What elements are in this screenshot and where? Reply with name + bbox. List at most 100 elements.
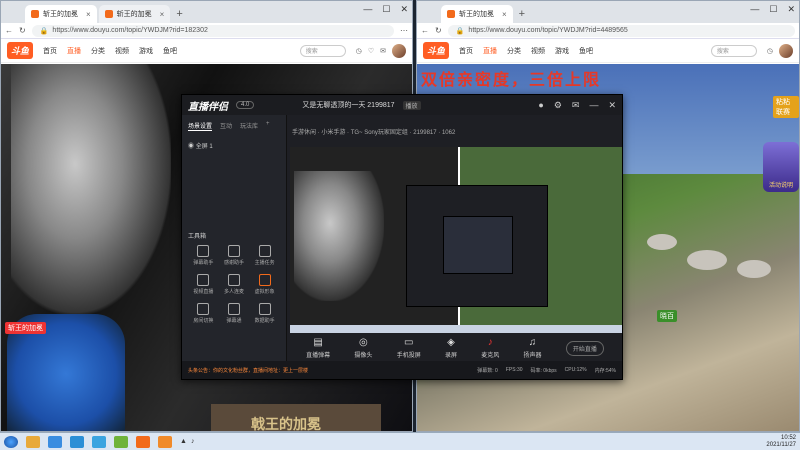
minimize-icon[interactable]: — — [589, 100, 598, 111]
start-button-icon[interactable] — [4, 435, 18, 448]
tools-label: 工具箱 — [188, 234, 207, 240]
more-icon[interactable]: ⋯ — [400, 26, 408, 35]
room-title[interactable]: 又是无聊透顶的一天 2199817 — [302, 100, 394, 110]
action-phone[interactable]: ▭ 手机投屏 — [397, 337, 421, 359]
settings-icon[interactable]: ⚙ — [554, 100, 562, 111]
action-speaker[interactable]: ♫ 扬声器 — [524, 337, 542, 359]
app-controls: ● ⚙ ✉ — ✕ — [538, 100, 616, 111]
tool-thanks[interactable]: 感谢助手 — [219, 245, 250, 266]
clock[interactable]: 10:52 2021/11/27 — [766, 435, 796, 449]
douyu-logo[interactable]: 斗鱼 — [7, 42, 34, 59]
nav-home[interactable]: 首页 — [459, 46, 473, 56]
tool-multi[interactable]: 多人连麦 — [219, 274, 250, 295]
avatar[interactable] — [779, 43, 793, 58]
tab-gameplay[interactable]: 玩法库 — [240, 121, 258, 131]
stat: FPS:30 — [505, 366, 523, 373]
new-tab-button[interactable]: + — [176, 5, 182, 23]
search-input[interactable]: 搜索 — [299, 44, 346, 57]
close-window-icon[interactable]: ✕ — [787, 4, 795, 15]
avatar[interactable] — [392, 43, 406, 58]
nav-live[interactable]: 直播 — [67, 46, 81, 56]
network-icon[interactable]: ▲ — [180, 438, 187, 445]
message-icon[interactable]: ✉ — [380, 47, 386, 55]
streaming-app-icon[interactable] — [158, 435, 172, 448]
nav-yuba[interactable]: 鱼吧 — [163, 46, 177, 56]
nav-category[interactable]: 分类 — [91, 46, 105, 56]
stat: 内存:54% — [594, 367, 616, 374]
tab-scene[interactable]: 场景设置 — [188, 121, 213, 131]
tab-title: 斩王的加冕 — [459, 11, 494, 18]
tool-danmu[interactable]: 弹幕助手 — [188, 245, 219, 266]
category[interactable]: 手游休闲 · 小米手游 · TG~ Sony玩家固定组 · 2199817 · … — [292, 127, 455, 136]
action-danmu[interactable]: ▤ 直播弹幕 — [306, 337, 330, 359]
minimize-icon[interactable]: — — [363, 4, 372, 15]
close-tab-icon[interactable]: × — [160, 10, 165, 19]
back-icon[interactable]: ← — [5, 26, 13, 35]
tab-douyu[interactable]: 斩王的加冕 × — [441, 5, 513, 23]
new-tab-button[interactable]: + — [519, 5, 525, 23]
douyu-logo[interactable]: 斗鱼 — [423, 42, 450, 59]
nav-yuba[interactable]: 鱼吧 — [579, 46, 593, 56]
message-icon[interactable]: ✉ — [572, 100, 580, 111]
action-label: 麦克风 — [481, 353, 500, 359]
action-camera[interactable]: ◎ 摄像头 — [354, 337, 372, 359]
tool-data[interactable]: 数据助手 — [249, 303, 280, 324]
nav-video[interactable]: 视频 — [115, 46, 129, 56]
clock-time: 10:52 — [780, 434, 796, 441]
minimize-icon[interactable]: — — [750, 4, 759, 15]
add-icon[interactable]: + — [266, 121, 270, 131]
volume-icon[interactable]: ♪ — [191, 438, 195, 445]
tool-switch[interactable]: 房间切换 — [188, 303, 219, 324]
back-icon[interactable]: ← — [421, 26, 429, 35]
close-tab-icon[interactable]: × — [502, 10, 507, 19]
room-info: 手游休闲 · 小米手游 · TG~ Sony玩家固定组 · 2199817 · … — [288, 115, 622, 147]
maximize-icon[interactable]: ☐ — [382, 4, 390, 15]
refresh-icon[interactable]: ↻ — [19, 26, 26, 35]
avatar[interactable]: ● — [538, 100, 543, 111]
close-tab-icon[interactable]: × — [86, 10, 91, 19]
media-player-icon[interactable] — [70, 435, 84, 448]
tool-avatar[interactable]: 虚拟形象 — [249, 274, 280, 295]
tab-douyu-1[interactable]: 斩王的加冕 × — [25, 5, 97, 23]
nav-video[interactable]: 视频 — [531, 46, 545, 56]
chrome-icon[interactable] — [26, 435, 40, 448]
action-label: 摄像头 — [354, 353, 373, 359]
explorer-icon[interactable] — [48, 435, 62, 448]
maximize-icon[interactable]: ☐ — [769, 4, 777, 15]
refresh-icon[interactable]: ↻ — [435, 26, 442, 35]
douyu-favicon-icon — [104, 10, 113, 18]
event-ad[interactable]: 活动说明 — [763, 142, 799, 192]
scene-item[interactable]: ◉ 全屏 1 — [182, 137, 286, 154]
action-record[interactable]: ◈ 录屏 — [445, 337, 457, 359]
tool-video[interactable]: 视频直播 — [188, 274, 219, 295]
nav-category[interactable]: 分类 — [507, 46, 521, 56]
nav-home[interactable]: 首页 — [43, 46, 57, 56]
action-mic[interactable]: ♪ 麦克风 — [481, 337, 499, 359]
edge-icon[interactable] — [92, 435, 106, 448]
tool-label: 感谢助手 — [223, 260, 244, 266]
nav-game[interactable]: 游戏 — [555, 46, 569, 56]
search-input[interactable]: 搜索 — [710, 44, 757, 57]
go-live-button[interactable]: 开始直播 — [565, 340, 604, 356]
address-input[interactable]: 🔒 https://www.douyu.com/topic/YWDJM?rid=… — [447, 24, 795, 37]
room-tag[interactable]: 播放 — [402, 100, 421, 110]
nav-game[interactable]: 游戏 — [139, 46, 153, 56]
history-icon[interactable]: ◷ — [767, 47, 773, 55]
address-bar-row: ← ↻ 🔒 https://www.douyu.com/topic/YWDJM?… — [417, 23, 799, 39]
douyu-favicon-icon — [31, 10, 39, 18]
follow-icon[interactable]: ♡ — [368, 47, 374, 55]
tab-douyu-2[interactable]: 斩王的加冕 × — [98, 5, 171, 23]
douyu-app-icon[interactable] — [136, 435, 150, 448]
tool-label: 虚拟形象 — [254, 289, 275, 295]
close-window-icon[interactable]: ✕ — [400, 4, 408, 15]
tab-interact[interactable]: 互动 — [220, 121, 232, 131]
history-icon[interactable]: ◷ — [356, 47, 362, 55]
tool-danmu-pass[interactable]: 弹幕通 — [219, 303, 250, 324]
address-input[interactable]: 🔒 https://www.douyu.com/topic/YWDJM?rid=… — [31, 24, 394, 37]
app-icon[interactable] — [114, 435, 128, 448]
close-window-icon[interactable]: ✕ — [608, 100, 616, 111]
tool-icon — [197, 303, 210, 315]
nav-live[interactable]: 直播 — [483, 46, 497, 56]
tool-task[interactable]: 主播任务 — [249, 245, 280, 266]
eye-icon[interactable]: ◉ — [188, 144, 194, 150]
